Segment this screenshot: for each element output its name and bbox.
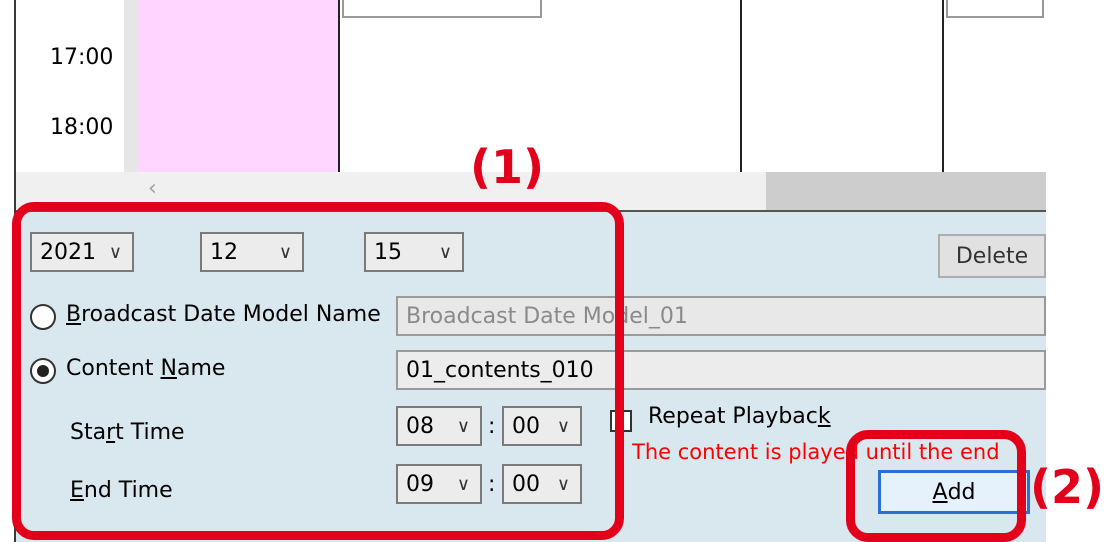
highlight-box-1 bbox=[12, 202, 624, 540]
time-label-18: 18:00 bbox=[50, 115, 114, 140]
delete-button[interactable]: Delete bbox=[938, 234, 1046, 278]
schedule-column[interactable] bbox=[742, 0, 944, 172]
scrollbar-thumb[interactable] bbox=[766, 172, 1046, 210]
scroll-left-arrow-icon[interactable]: ‹ bbox=[148, 176, 157, 201]
callout-label-2: (2) bbox=[1030, 460, 1105, 514]
time-column-shade bbox=[124, 0, 138, 172]
callout-label-1: (1) bbox=[470, 140, 545, 194]
schedule-column[interactable] bbox=[944, 0, 1046, 172]
schedule-block-edge[interactable] bbox=[342, 0, 542, 18]
schedule-block-edge[interactable] bbox=[946, 0, 1044, 18]
repeat-playback-label: Repeat Playback bbox=[648, 404, 831, 429]
schedule-column-selected[interactable] bbox=[138, 0, 340, 172]
time-column bbox=[16, 0, 138, 172]
time-label-17: 17:00 bbox=[50, 45, 114, 70]
highlight-box-2 bbox=[846, 430, 1026, 542]
